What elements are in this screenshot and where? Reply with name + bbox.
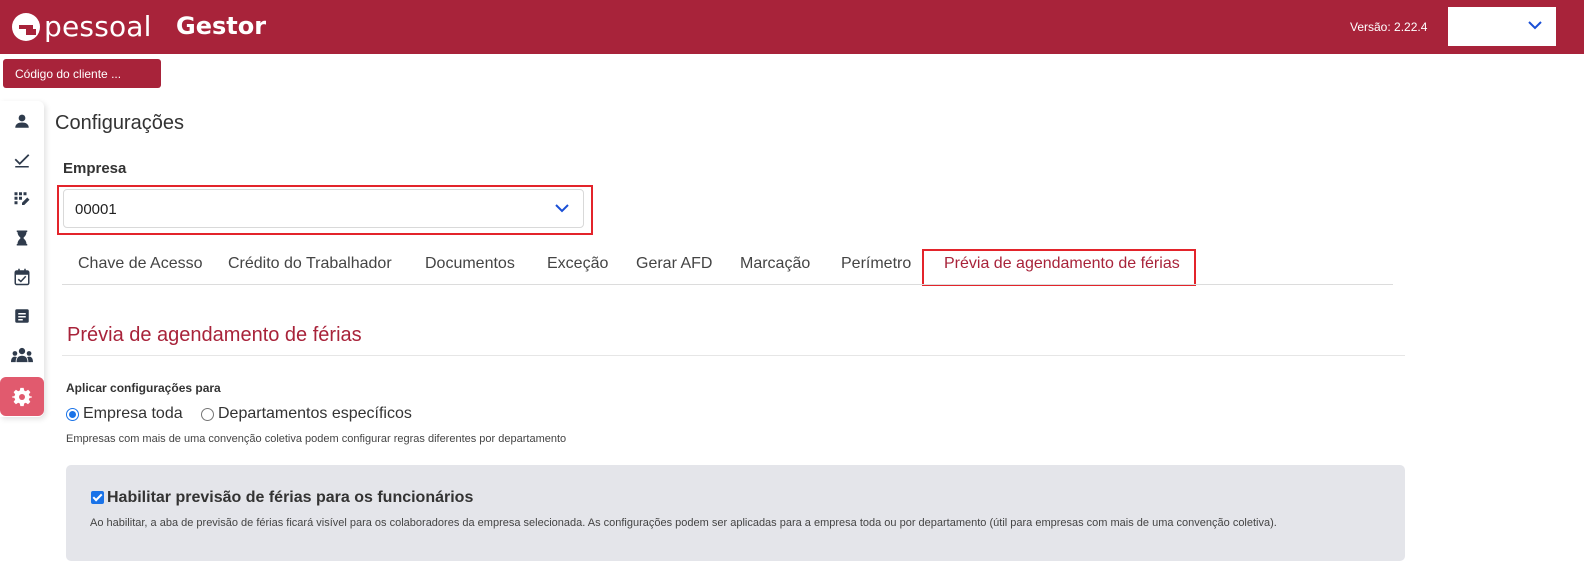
sidebar-item-check[interactable] xyxy=(0,140,44,179)
sidebar-item-person[interactable] xyxy=(0,101,44,140)
empresa-label: Empresa xyxy=(63,160,127,177)
calendar-check-icon xyxy=(14,268,30,285)
gear-icon xyxy=(12,387,32,406)
page-title: Configurações xyxy=(55,112,184,134)
logo-mark xyxy=(12,12,40,41)
top-bar: pessoal Gestor Versão: 2.22.4 xyxy=(0,0,1584,54)
radio-label: Departamentos específicos xyxy=(218,405,412,422)
client-code-button[interactable]: Código do cliente ... xyxy=(3,59,161,88)
sidebar-item-grid-edit[interactable] xyxy=(0,179,44,218)
tab-excecao[interactable]: Exceção xyxy=(547,255,608,273)
sidebar-item-hourglass[interactable] xyxy=(0,218,44,257)
highlight-box-tab xyxy=(922,249,1196,286)
user-dropdown[interactable] xyxy=(1448,7,1556,46)
tab-documentos[interactable]: Documentos xyxy=(425,255,515,273)
empresa-value: 00001 xyxy=(75,201,117,218)
chevron-down-icon xyxy=(555,204,569,213)
radio-unchecked[interactable] xyxy=(201,407,214,421)
enable-preview-checkbox[interactable] xyxy=(91,491,104,504)
hint-text: Empresas com mais de uma convenção colet… xyxy=(66,433,567,445)
document-icon xyxy=(15,308,29,323)
sidebar-item-group[interactable] xyxy=(0,335,44,374)
empresa-select[interactable]: 00001 xyxy=(63,189,584,228)
version-label: Versão: 2.22.4 xyxy=(1350,20,1428,34)
tab-credito-do-trabalhador[interactable]: Crédito do Trabalhador xyxy=(228,255,392,273)
tab-marcacao[interactable]: Marcação xyxy=(740,255,810,273)
panel-title: Habilitar previsão de férias para os fun… xyxy=(107,489,474,506)
radio-departamentos-especificos[interactable]: Departamentos específicos xyxy=(201,405,412,423)
radio-empresa-toda[interactable]: Empresa toda xyxy=(66,405,183,423)
apply-label: Aplicar configurações para xyxy=(66,381,221,395)
panel-description: Ao habilitar, a aba de previsão de féria… xyxy=(90,517,1277,529)
brand-logo[interactable]: pessoal xyxy=(12,10,152,43)
sidebar-item-document[interactable] xyxy=(0,296,44,335)
tab-perimetro[interactable]: Perímetro xyxy=(841,255,911,273)
grid-edit-icon xyxy=(14,191,30,205)
app-name: Gestor xyxy=(176,12,267,40)
tabs-divider xyxy=(62,284,1393,285)
person-icon xyxy=(15,114,29,128)
sidebar-item-settings[interactable] xyxy=(0,377,44,416)
tab-gerar-afd[interactable]: Gerar AFD xyxy=(636,255,712,273)
section-divider xyxy=(62,355,1405,356)
radio-checked[interactable] xyxy=(66,407,79,421)
vacation-preview-panel: Habilitar previsão de férias para os fun… xyxy=(66,465,1405,561)
group-icon xyxy=(11,347,33,362)
section-title: Prévia de agendamento de férias xyxy=(67,324,362,346)
sidebar-item-calendar[interactable] xyxy=(0,257,44,296)
chevron-down-icon xyxy=(1528,21,1542,30)
radio-label: Empresa toda xyxy=(83,405,183,422)
brand-name: pessoal xyxy=(44,10,152,43)
tab-chave-de-acesso[interactable]: Chave de Acesso xyxy=(78,255,203,273)
hourglass-icon xyxy=(16,230,28,245)
sidebar xyxy=(0,101,44,417)
check-icon xyxy=(14,153,30,167)
